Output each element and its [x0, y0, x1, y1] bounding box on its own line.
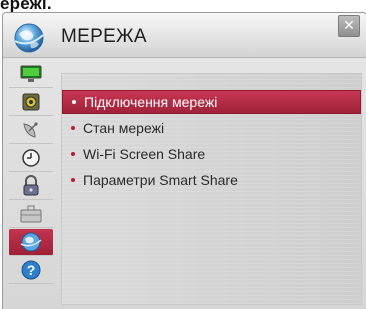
sidebar-item-support[interactable]: ? [9, 257, 53, 284]
menu-item-network-status[interactable]: Стан мережі [62, 116, 361, 140]
bullet-icon [71, 126, 75, 130]
padlock-icon [23, 175, 39, 196]
bullet-icon [72, 100, 76, 104]
svg-text:?: ? [27, 262, 36, 278]
globe-icon [14, 23, 44, 53]
sidebar-item-time[interactable] [9, 145, 53, 172]
menu-item-label: Підключення мережі [84, 94, 218, 110]
satellite-dish-icon [23, 122, 38, 138]
network-menu-window: МЕРЕЖА ✕ ? Підключення мережі Стан мереж… [2, 12, 366, 309]
question-icon: ? [21, 260, 41, 280]
bullet-icon [71, 152, 75, 156]
sidebar-item-channel[interactable] [9, 117, 53, 144]
window-header: МЕРЕЖА ✕ [3, 13, 366, 58]
sidebar-item-picture[interactable] [9, 61, 53, 88]
menu-item-wifi-screen-share[interactable]: Wi-Fi Screen Share [62, 142, 361, 166]
category-sidebar: ? [9, 61, 53, 309]
tv-screen-icon [20, 65, 42, 82]
sidebar-item-lock[interactable] [9, 173, 53, 200]
globe-icon [20, 232, 42, 252]
menu-item-label: Параметри Smart Share [83, 172, 238, 188]
close-button[interactable]: ✕ [338, 15, 360, 37]
menu-item-label: Стан мережі [83, 120, 165, 136]
submenu-list: Підключення мережі Стан мережі Wi-Fi Scr… [61, 73, 362, 305]
clock-icon [22, 149, 40, 167]
menu-item-smart-share-settings[interactable]: Параметри Smart Share [62, 168, 361, 192]
briefcase-icon [20, 205, 42, 223]
sidebar-item-sound[interactable] [9, 89, 53, 116]
window-title: МЕРЕЖА [61, 26, 147, 47]
bullet-icon [71, 178, 75, 182]
menu-item-network-connection[interactable]: Підключення мережі [62, 90, 361, 114]
menu-item-label: Wi-Fi Screen Share [83, 146, 206, 162]
sidebar-item-network[interactable] [9, 229, 53, 256]
speaker-icon [22, 93, 40, 111]
sidebar-item-option[interactable] [9, 201, 53, 228]
